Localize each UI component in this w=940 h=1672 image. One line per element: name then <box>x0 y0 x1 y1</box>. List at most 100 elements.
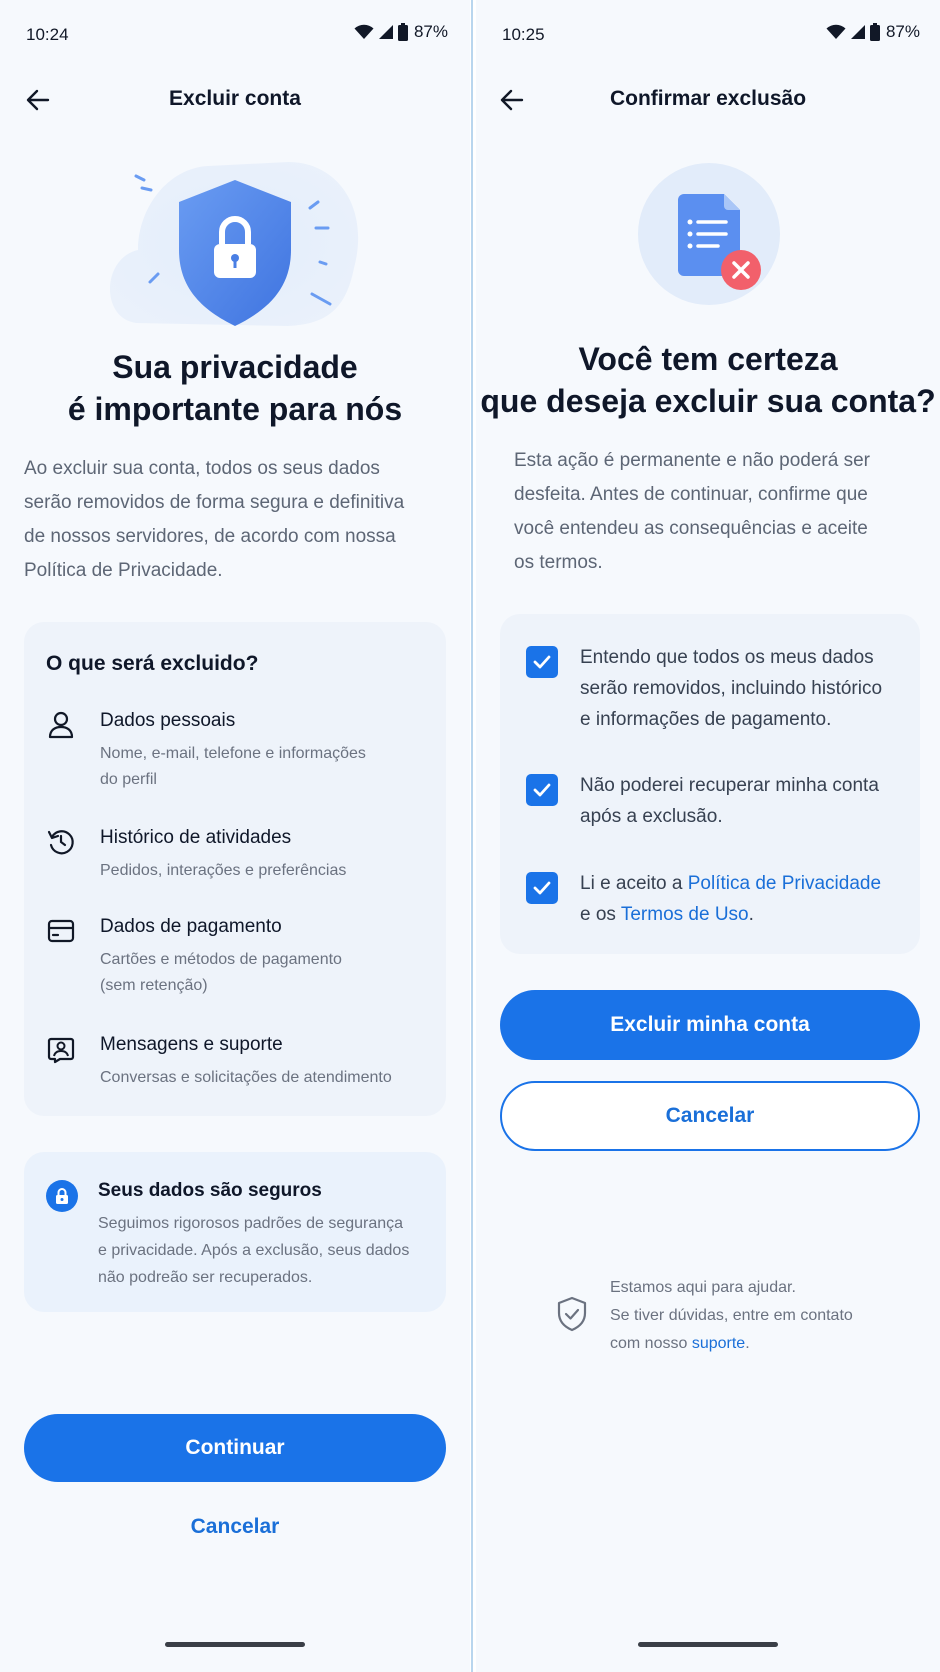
confirm-deletion-screen: 10:25 87% Confirmar exclusão Você tem ce… <box>476 0 940 1672</box>
privacy-policy-link[interactable]: Política de Privacidade <box>688 873 881 894</box>
home-indicator[interactable] <box>638 1642 778 1647</box>
page-title: Excluir conta <box>169 87 301 110</box>
top-app-bar: Confirmar exclusão <box>476 76 940 126</box>
status-icons: 87% <box>354 22 448 42</box>
intro-text: Ao excluir sua conta, todos os seus dado… <box>24 452 404 588</box>
cancel-button[interactable]: Cancelar <box>0 1515 470 1539</box>
chat-support-icon <box>47 1037 75 1064</box>
home-indicator[interactable] <box>165 1642 305 1647</box>
confirm-headline: Você tem certeza que deseja excluir sua … <box>476 338 940 422</box>
help-text-part: com nosso <box>610 1335 692 1352</box>
checkbox[interactable] <box>526 646 558 678</box>
intro-line: de nossos servidores, de acordo com noss… <box>24 526 396 547</box>
desc-line: Nome, e-mail, telefone e informações <box>100 745 366 762</box>
wifi-icon <box>826 24 846 39</box>
label-line: Não poderei recuperar minha conta <box>580 775 879 796</box>
status-bar: 10:24 87% <box>26 22 448 46</box>
label-line: Li e aceito a Política de Privacidade <box>580 868 900 899</box>
check-icon <box>533 881 551 895</box>
intro-line: Esta ação é permanente e não poderá ser <box>514 450 870 471</box>
shield-lock-illustration <box>109 162 359 326</box>
history-icon <box>47 830 74 855</box>
headline-line: é importante para nós <box>67 391 403 427</box>
status-time: 10:25 <box>502 25 545 44</box>
item-title: Histórico de atividades <box>100 827 292 848</box>
status-icons: 87% <box>826 22 920 42</box>
intro-line: desfeita. Antes de continuar, confirme q… <box>514 484 868 505</box>
security-description: Seguimos rigorosos padrões de segurança … <box>98 1210 428 1291</box>
intro-line: os termos. <box>514 552 603 573</box>
checkbox[interactable] <box>526 872 558 904</box>
intro-line: Ao excluir sua conta, todos os seus dado… <box>24 458 380 479</box>
desc-line: (sem retenção) <box>100 977 208 994</box>
credit-card-icon <box>47 919 75 943</box>
help-section: Estamos aqui para ajudar. Se tiver dúvid… <box>476 1274 940 1374</box>
battery-icon <box>397 23 408 41</box>
item-description: Nome, e-mail, telefone e informações do … <box>100 741 432 793</box>
label-text: . <box>748 904 754 925</box>
desc-line: Seguimos rigorosos padrões de segurança <box>98 1215 404 1232</box>
item-title: Dados pessoais <box>100 710 236 731</box>
label-text: Li e aceito a <box>580 873 688 894</box>
warning-text: Esta ação é permanente e não poderá ser … <box>514 444 870 580</box>
item-description: Conversas e solicitações de atendimento <box>100 1065 432 1091</box>
status-time: 10:24 <box>26 25 69 44</box>
document-remove-illustration <box>638 163 780 305</box>
intro-line: você entendeu as consequências e aceite <box>514 518 868 539</box>
battery-icon <box>869 23 880 41</box>
check-icon <box>533 655 551 669</box>
item-description: Cartões e métodos de pagamento (sem rete… <box>100 947 432 999</box>
top-app-bar: Excluir conta <box>0 76 470 126</box>
label-line: após a exclusão. <box>580 806 723 827</box>
confirmation-checklist: Entendo que todos os meus dados serão re… <box>500 614 920 954</box>
intro-line: Política de Privacidade. <box>24 560 223 581</box>
desc-line: Cartões e métodos de pagamento <box>100 951 342 968</box>
person-icon <box>48 711 74 739</box>
item-title: Dados de pagamento <box>100 916 282 937</box>
checkbox-label: Não poderei recuperar minha conta após a… <box>580 770 900 832</box>
card-title: O que será excluido? <box>46 652 259 675</box>
label-line: e os Termos de Uso. <box>580 899 900 930</box>
page-title: Confirmar exclusão <box>609 87 807 110</box>
label-line: Entendo que todos os meus dados <box>580 647 874 668</box>
help-line: Se tiver dúvidas, entre em contato <box>610 1307 853 1324</box>
deleted-data-card: O que será excluido? Dados pessoais Nome… <box>24 622 446 1116</box>
headline-line: Você tem certeza <box>578 341 838 377</box>
signal-icon <box>850 25 865 39</box>
label-line: e informações de pagamento. <box>580 709 832 730</box>
checkbox[interactable] <box>526 774 558 806</box>
delete-account-button[interactable]: Excluir minha conta <box>500 990 920 1060</box>
headline-line: Sua privacidade <box>112 349 358 385</box>
battery-percent: 87% <box>885 22 920 41</box>
label-text: e os <box>580 904 621 925</box>
signal-icon <box>378 25 393 39</box>
shield-check-icon <box>557 1296 587 1332</box>
intro-line: serão removidos de forma segura e defini… <box>24 492 405 513</box>
check-icon <box>533 783 551 797</box>
security-notice: Seus dados são seguros Seguimos rigoroso… <box>24 1152 446 1312</box>
privacy-headline: Sua privacidade é importante para nós <box>0 346 470 430</box>
status-bar: 10:25 87% <box>502 22 920 46</box>
delete-account-screen: 10:24 87% Excluir conta Sua privacidade … <box>0 0 470 1672</box>
support-link[interactable]: suporte <box>692 1335 745 1352</box>
item-description: Pedidos, interações e preferências <box>100 858 432 884</box>
desc-line: Conversas e solicitações de atendimento <box>100 1069 392 1086</box>
cancel-button[interactable]: Cancelar <box>500 1081 920 1151</box>
battery-percent: 87% <box>413 22 448 41</box>
continue-button[interactable]: Continuar <box>24 1414 446 1482</box>
desc-line: não podreão ser recuperados. <box>98 1269 313 1286</box>
help-text-part: . <box>745 1335 750 1352</box>
desc-line: Pedidos, interações e preferências <box>100 862 347 879</box>
headline-line: que deseja excluir sua conta? <box>480 383 936 419</box>
wifi-icon <box>354 24 374 39</box>
terms-of-use-link[interactable]: Termos de Uso <box>621 904 749 925</box>
help-line: Estamos aqui para ajudar. <box>610 1279 796 1296</box>
label-line: serão removidos, incluindo histórico <box>580 678 883 699</box>
help-line: com nosso suporte. <box>610 1330 853 1358</box>
help-text: Estamos aqui para ajudar. Se tiver dúvid… <box>610 1274 853 1358</box>
item-title: Mensagens e suporte <box>100 1034 283 1055</box>
checkbox-label: Entendo que todos os meus dados serão re… <box>580 642 900 735</box>
checkbox-label: Li e aceito a Política de Privacidade e … <box>580 868 900 930</box>
security-title: Seus dados são seguros <box>98 1180 322 1201</box>
desc-line: do perfil <box>100 771 157 788</box>
